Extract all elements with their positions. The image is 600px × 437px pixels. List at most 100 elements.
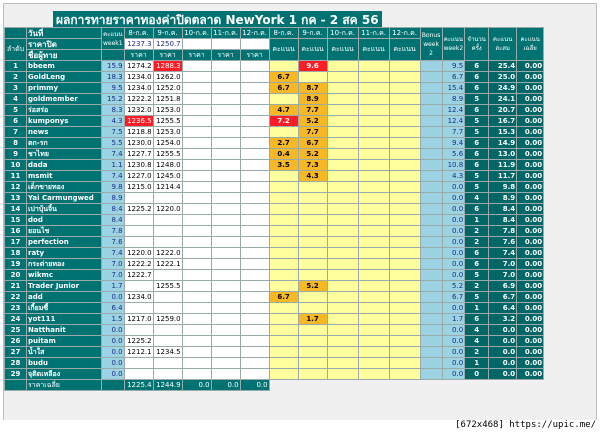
guess-11[interactable] [210, 137, 241, 149]
guess-8[interactable]: 1234.0 [123, 291, 154, 303]
guess-11[interactable] [210, 60, 241, 72]
guess-11[interactable] [210, 357, 241, 369]
guess-9[interactable]: 1245.0 [152, 170, 183, 182]
guess-12[interactable] [239, 258, 270, 270]
guess-10[interactable] [181, 335, 212, 347]
guess-9[interactable] [152, 192, 183, 204]
guess-12[interactable] [239, 148, 270, 160]
guess-8[interactable]: 1222.2 [123, 93, 154, 105]
guess-8[interactable]: 1215.0 [123, 181, 154, 193]
guess-9[interactable]: 1253.0 [152, 104, 183, 116]
guess-11[interactable] [210, 170, 241, 182]
guess-11[interactable] [210, 368, 241, 380]
guess-9[interactable]: 1253.0 [152, 126, 183, 138]
guess-11[interactable] [210, 93, 241, 105]
guess-12[interactable] [239, 170, 270, 182]
guess-11[interactable] [210, 159, 241, 171]
guess-8[interactable] [123, 192, 154, 204]
guess-10[interactable] [181, 302, 212, 314]
guess-12[interactable] [239, 324, 270, 336]
guess-10[interactable] [181, 181, 212, 193]
guess-9[interactable] [152, 269, 183, 281]
guess-9[interactable] [152, 324, 183, 336]
guess-10[interactable] [181, 247, 212, 259]
guess-8[interactable] [123, 236, 154, 248]
guess-8[interactable]: 1232.0 [123, 104, 154, 116]
guess-9[interactable]: 1220.0 [152, 203, 183, 215]
guess-12[interactable] [239, 357, 270, 369]
guess-12[interactable] [239, 126, 270, 138]
guess-10[interactable] [181, 159, 212, 171]
guess-12[interactable] [239, 159, 270, 171]
guess-8[interactable] [123, 280, 154, 292]
guess-11[interactable] [210, 104, 241, 116]
guess-11[interactable] [210, 203, 241, 215]
guess-8[interactable] [123, 324, 154, 336]
guess-9[interactable]: 1288.3 [152, 60, 183, 72]
guess-10[interactable] [181, 313, 212, 325]
guess-11[interactable] [210, 280, 241, 292]
guess-10[interactable] [181, 170, 212, 182]
close-price-9[interactable]: 1250.7 [152, 38, 183, 50]
guess-12[interactable] [239, 137, 270, 149]
guess-12[interactable] [239, 280, 270, 292]
guess-8[interactable] [123, 214, 154, 226]
guess-12[interactable] [239, 181, 270, 193]
guess-11[interactable] [210, 214, 241, 226]
guess-9[interactable] [152, 236, 183, 248]
guess-9[interactable]: 1259.0 [152, 313, 183, 325]
guess-11[interactable] [210, 258, 241, 270]
guess-9[interactable] [152, 302, 183, 314]
guess-8[interactable]: 1212.1 [123, 346, 154, 358]
guess-9[interactable] [152, 368, 183, 380]
guess-9[interactable]: 1248.0 [152, 159, 183, 171]
guess-11[interactable] [210, 192, 241, 204]
guess-12[interactable] [239, 291, 270, 303]
guess-8[interactable]: 1217.0 [123, 313, 154, 325]
guess-10[interactable] [181, 203, 212, 215]
guess-10[interactable] [181, 291, 212, 303]
guess-9[interactable]: 1222.1 [152, 258, 183, 270]
guess-8[interactable] [123, 302, 154, 314]
guess-12[interactable] [239, 335, 270, 347]
guess-9[interactable]: 1255.5 [152, 280, 183, 292]
guess-12[interactable] [239, 269, 270, 281]
guess-12[interactable] [239, 225, 270, 237]
guess-11[interactable] [210, 324, 241, 336]
guess-8[interactable]: 1218.8 [123, 126, 154, 138]
guess-11[interactable] [210, 335, 241, 347]
guess-9[interactable]: 1214.4 [152, 181, 183, 193]
guess-8[interactable] [123, 225, 154, 237]
close-price-11[interactable] [210, 38, 241, 50]
guess-8[interactable]: 1234.0 [123, 71, 154, 83]
guess-9[interactable]: 1254.0 [152, 137, 183, 149]
guess-10[interactable] [181, 280, 212, 292]
guess-11[interactable] [210, 291, 241, 303]
close-price-10[interactable] [181, 38, 212, 50]
guess-12[interactable] [239, 313, 270, 325]
guess-12[interactable] [239, 115, 270, 127]
guess-11[interactable] [210, 71, 241, 83]
guess-9[interactable]: 1262.0 [152, 71, 183, 83]
guess-8[interactable] [123, 357, 154, 369]
guess-10[interactable] [181, 225, 212, 237]
guess-9[interactable] [152, 291, 183, 303]
close-price-8[interactable]: 1237.3 [123, 38, 154, 50]
guess-12[interactable] [239, 82, 270, 94]
guess-8[interactable]: 1234.0 [123, 82, 154, 94]
guess-8[interactable]: 1236.5 [123, 115, 154, 127]
guess-11[interactable] [210, 82, 241, 94]
guess-10[interactable] [181, 115, 212, 127]
guess-12[interactable] [239, 60, 270, 72]
guess-10[interactable] [181, 60, 212, 72]
guess-11[interactable] [210, 313, 241, 325]
guess-11[interactable] [210, 225, 241, 237]
guess-9[interactable] [152, 225, 183, 237]
guess-8[interactable]: 1222.2 [123, 258, 154, 270]
guess-10[interactable] [181, 346, 212, 358]
guess-10[interactable] [181, 258, 212, 270]
guess-10[interactable] [181, 192, 212, 204]
guess-11[interactable] [210, 269, 241, 281]
guess-11[interactable] [210, 302, 241, 314]
guess-9[interactable]: 1255.5 [152, 148, 183, 160]
